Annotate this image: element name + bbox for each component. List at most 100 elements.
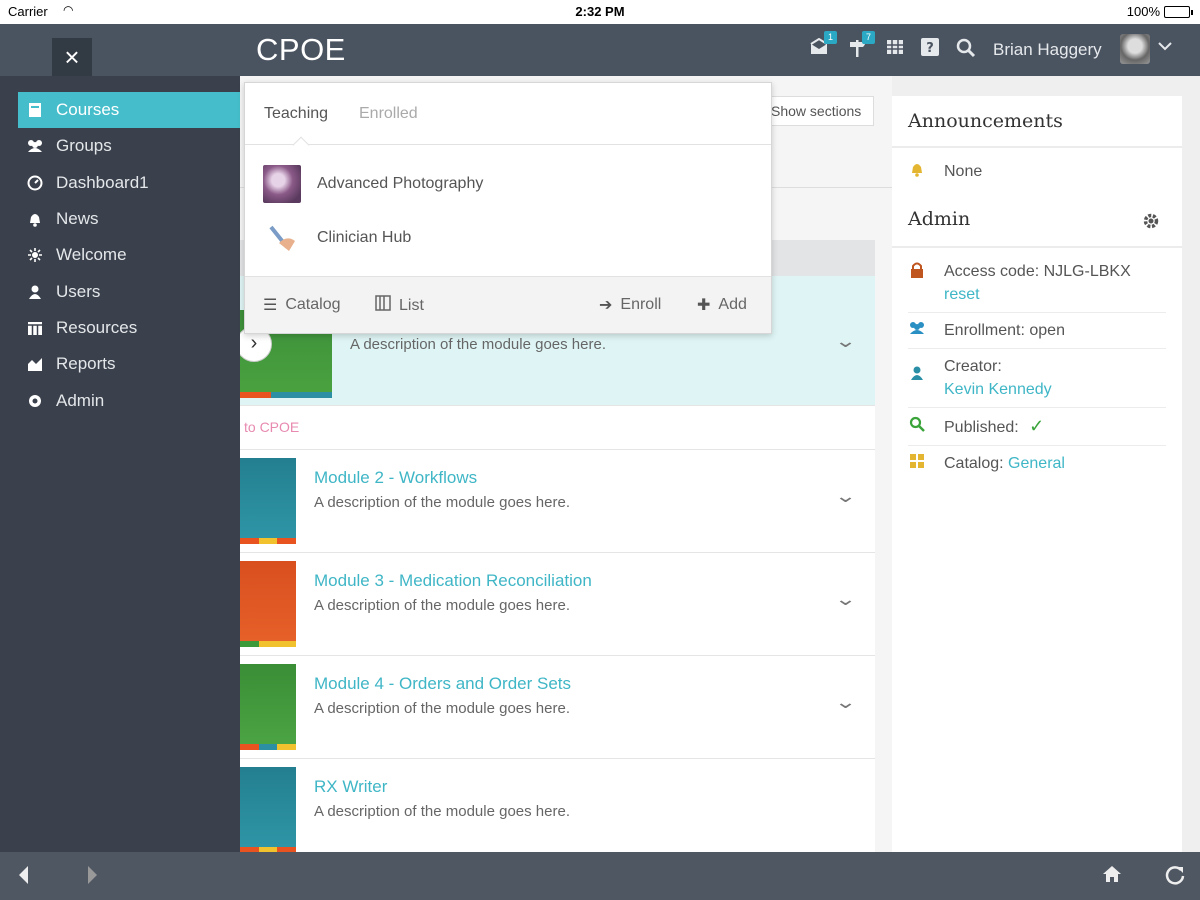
published-label: Published: <box>944 419 1019 436</box>
module-row[interactable]: Module 4 - Orders and Order Sets A descr… <box>240 656 875 759</box>
search-button[interactable] <box>955 38 977 60</box>
inbox-badge: 1 <box>824 31 837 44</box>
sidebar-item-users[interactable]: Users <box>18 274 240 310</box>
browser-toolbar <box>0 852 1200 900</box>
page-title: CPOE <box>256 32 346 67</box>
sidebar: Courses Groups Dashboard1 News Welcome U… <box>0 76 240 852</box>
users-icon <box>26 283 44 301</box>
course-name: Clinician Hub <box>317 229 412 246</box>
course-sidebar: Announcements None Admin Access code: NJ… <box>892 76 1200 852</box>
battery-indicator: 100% <box>1126 4 1193 19</box>
intro-row <box>240 406 875 450</box>
search-icon <box>908 416 926 436</box>
add-button[interactable]: ✚ Add <box>697 295 747 315</box>
sidebar-item-resources[interactable]: Resources <box>18 310 240 346</box>
enroll-button[interactable]: ➔ Enroll <box>599 295 661 315</box>
show-sections-button[interactable]: Show sections <box>760 96 874 126</box>
admin-heading: Admin <box>908 208 971 230</box>
divider <box>892 246 1182 248</box>
battery-percent: 100% <box>1126 4 1160 19</box>
dashboard-icon <box>26 174 44 192</box>
menu-lines-icon: ☰ <box>263 297 278 314</box>
creator-label: Creator: <box>944 358 1002 375</box>
module-row[interactable]: Module 3 - Medication Reconciliation A d… <box>240 553 875 656</box>
module-description: A description of the module goes here. <box>314 803 570 820</box>
module-title[interactable]: RX Writer <box>314 777 387 797</box>
help-button[interactable]: ? <box>919 38 941 60</box>
module-thumbnail <box>240 767 297 852</box>
course-info-panel: Announcements None Admin Access code: NJ… <box>892 96 1182 852</box>
sidebar-item-label: Reports <box>56 354 116 373</box>
access-code-label: Access code: NJLG-LBKX <box>944 263 1131 280</box>
avatar[interactable] <box>1120 34 1150 64</box>
catalog-link[interactable]: General <box>1008 455 1065 472</box>
chevron-down-icon[interactable]: ⌄ <box>834 692 857 713</box>
back-arrow-icon[interactable] <box>16 864 32 892</box>
creator-link[interactable]: Kevin Kennedy <box>944 378 1166 401</box>
announcements-value: None <box>944 163 983 180</box>
module-row[interactable]: RX Writer A description of the module go… <box>240 759 875 852</box>
list-label: List <box>399 296 424 314</box>
chevron-down-icon[interactable] <box>1157 38 1173 59</box>
module-thumbnail <box>240 664 297 750</box>
user-icon <box>908 365 926 385</box>
course-switcher-dropdown: Teaching Enrolled Advanced Photography C… <box>244 82 772 334</box>
calendar-button[interactable] <box>884 38 906 60</box>
svg-text:?: ? <box>926 41 934 56</box>
module-title[interactable]: Module 2 - Workflows <box>314 468 477 488</box>
list-icon <box>375 295 391 316</box>
catalog-label: Catalog: <box>944 455 1004 472</box>
course-item[interactable]: Clinician Hub <box>263 218 411 258</box>
module-thumbnail <box>240 561 297 647</box>
sidebar-item-dashboard1[interactable]: Dashboard1 <box>18 165 240 201</box>
welcome-icon <box>26 246 44 264</box>
inbox-button[interactable]: 1 <box>808 31 837 60</box>
sidebar-item-news[interactable]: News <box>18 201 240 237</box>
sidebar-item-label: Admin <box>56 391 105 410</box>
chevron-down-icon[interactable]: ⌄ <box>834 486 857 507</box>
help-icon: ? <box>921 38 939 56</box>
tab-teaching[interactable]: Teaching <box>264 105 328 123</box>
course-item[interactable]: Advanced Photography <box>263 164 483 204</box>
chevron-down-icon[interactable]: ⌄ <box>834 589 857 610</box>
reset-link[interactable]: reset <box>944 283 1166 306</box>
module-description: A description of the module goes here. <box>314 494 570 511</box>
catalog-label: Catalog <box>285 296 341 313</box>
calendar-icon <box>887 40 903 54</box>
list-button[interactable]: List <box>375 295 424 316</box>
sidebar-item-groups[interactable]: Groups <box>18 128 240 164</box>
checkmark-icon: ✓ <box>1029 416 1045 436</box>
add-label: Add <box>718 296 747 313</box>
access-code-row: Access code: NJLG-LBKX reset <box>908 260 1166 313</box>
sidebar-item-label: Welcome <box>56 245 127 264</box>
user-name[interactable]: Brian Haggery <box>993 40 1102 60</box>
home-icon[interactable] <box>1102 864 1122 890</box>
module-row[interactable]: Module 2 - Workflows A description of th… <box>240 450 875 553</box>
resources-icon <box>26 319 44 337</box>
plus-icon: ✚ <box>697 297 711 314</box>
lock-icon <box>908 261 926 283</box>
app-header: × CPOE 1 7 ? Brian Haggery <box>0 24 1200 78</box>
notifications-button[interactable]: 7 <box>846 31 875 60</box>
sidebar-item-reports[interactable]: Reports <box>18 346 240 382</box>
sidebar-item-admin[interactable]: Admin <box>18 383 240 419</box>
course-name: Advanced Photography <box>317 175 484 192</box>
close-menu-button[interactable]: × <box>52 38 92 78</box>
course-thumbnail <box>263 165 301 203</box>
course-thumbnail <box>263 219 301 257</box>
module-title[interactable]: Module 3 - Medication Reconciliation <box>314 571 592 591</box>
chevron-down-icon[interactable]: ⌄ <box>834 331 857 352</box>
news-icon <box>26 210 44 228</box>
catalog-row: Catalog: General <box>908 452 1166 481</box>
tab-enrolled[interactable]: Enrolled <box>359 105 418 123</box>
gear-icon[interactable] <box>1142 212 1160 235</box>
forward-arrow-icon[interactable] <box>84 864 100 892</box>
catalog-button[interactable]: ☰ Catalog <box>263 295 341 315</box>
intro-link[interactable]: to CPOE <box>244 419 299 435</box>
sidebar-item-courses[interactable]: Courses <box>18 92 240 128</box>
module-title[interactable]: Module 4 - Orders and Order Sets <box>314 674 571 694</box>
enrollment-row: Enrollment: open <box>908 319 1166 349</box>
sidebar-item-label: Resources <box>56 318 138 337</box>
refresh-icon[interactable] <box>1164 864 1186 892</box>
sidebar-item-welcome[interactable]: Welcome <box>18 237 240 273</box>
